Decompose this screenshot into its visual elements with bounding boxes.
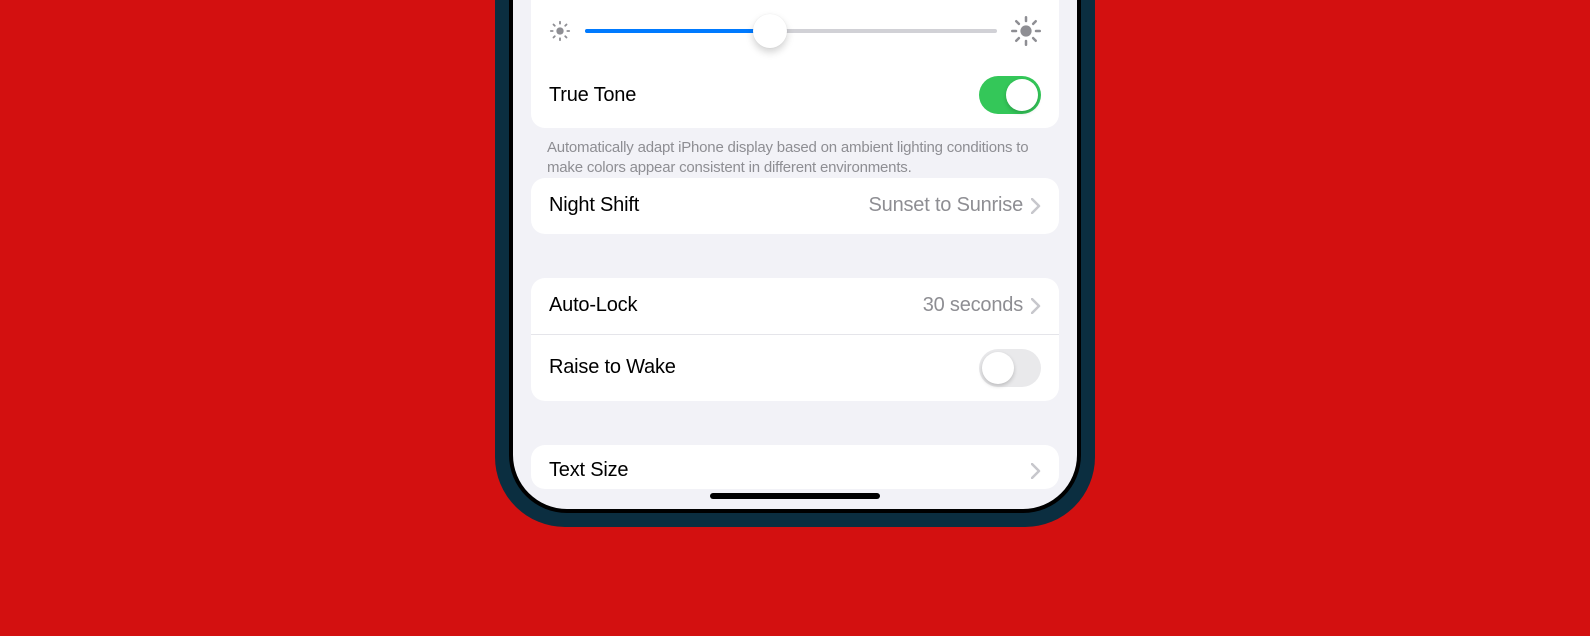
true-tone-toggle[interactable] xyxy=(979,76,1041,114)
brightness-slider-fill xyxy=(585,29,770,33)
night-shift-group: Night Shift Sunset to Sunrise xyxy=(531,178,1059,234)
brightness-slider[interactable] xyxy=(585,29,997,33)
chevron-right-icon xyxy=(1031,198,1041,214)
night-shift-value: Sunset to Sunrise xyxy=(869,194,1023,217)
brightness-slider-thumb[interactable] xyxy=(753,14,787,48)
brightness-high-icon xyxy=(1011,16,1041,46)
chevron-right-icon xyxy=(1031,298,1041,314)
night-shift-row[interactable]: Night Shift Sunset to Sunrise xyxy=(531,178,1059,234)
home-indicator[interactable] xyxy=(710,493,880,499)
phone-frame: True Tone Automatically adapt iPhone dis… xyxy=(495,0,1095,527)
brightness-low-icon xyxy=(549,20,571,42)
raise-to-wake-toggle[interactable] xyxy=(979,349,1041,387)
raise-to-wake-label: Raise to Wake xyxy=(549,356,979,379)
toggle-knob xyxy=(1006,79,1038,111)
true-tone-label: True Tone xyxy=(549,84,979,107)
true-tone-row: True Tone xyxy=(531,62,1059,128)
settings-screen: True Tone Automatically adapt iPhone dis… xyxy=(513,0,1077,509)
brightness-slider-row xyxy=(531,0,1059,62)
text-size-group: Text Size xyxy=(531,445,1059,489)
lock-group: Auto-Lock 30 seconds Raise to Wake xyxy=(531,278,1059,401)
night-shift-label: Night Shift xyxy=(549,194,869,217)
true-tone-description: Automatically adapt iPhone display based… xyxy=(513,128,1077,178)
phone-inner: True Tone Automatically adapt iPhone dis… xyxy=(509,0,1081,513)
brightness-group: True Tone xyxy=(531,0,1059,128)
text-size-row[interactable]: Text Size xyxy=(531,445,1059,489)
auto-lock-row[interactable]: Auto-Lock 30 seconds xyxy=(531,278,1059,334)
toggle-knob xyxy=(982,352,1014,384)
auto-lock-value: 30 seconds xyxy=(923,294,1023,317)
auto-lock-label: Auto-Lock xyxy=(549,294,923,317)
raise-to-wake-row: Raise to Wake xyxy=(531,334,1059,401)
chevron-right-icon xyxy=(1031,463,1041,479)
text-size-label: Text Size xyxy=(549,459,1031,482)
